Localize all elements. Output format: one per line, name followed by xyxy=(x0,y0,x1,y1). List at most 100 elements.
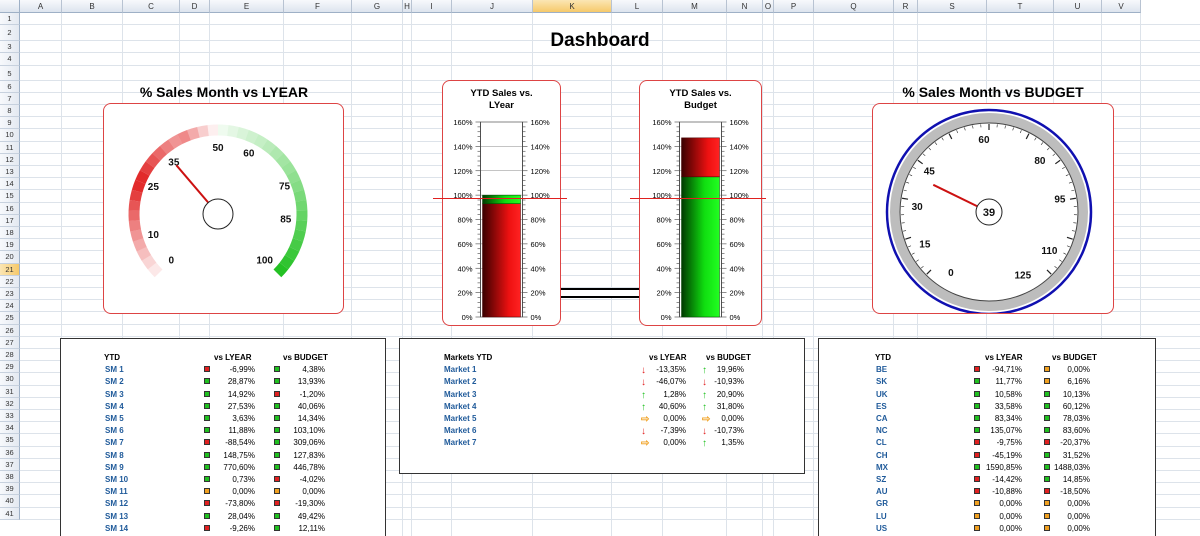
row-header[interactable]: 10 xyxy=(0,129,20,142)
row-header[interactable]: 22 xyxy=(0,275,20,288)
row-label-link[interactable]: LU xyxy=(876,512,887,521)
row-header[interactable]: 27 xyxy=(0,336,20,349)
row-header[interactable]: 17 xyxy=(0,214,20,227)
row-label-link[interactable]: NC xyxy=(876,426,888,435)
row-header[interactable]: 39 xyxy=(0,483,20,496)
row-label-link[interactable]: UK xyxy=(876,390,888,399)
row-header[interactable]: 40 xyxy=(0,495,20,508)
column-header[interactable]: G xyxy=(352,0,403,13)
row-label-link[interactable]: MX xyxy=(876,463,888,472)
row-header[interactable]: 2 xyxy=(0,25,20,42)
row-header[interactable]: 34 xyxy=(0,422,20,435)
row-header[interactable]: 16 xyxy=(0,202,20,215)
row-header[interactable]: 18 xyxy=(0,227,20,240)
row-label-link[interactable]: SZ xyxy=(876,475,886,484)
row-header[interactable]: 29 xyxy=(0,361,20,374)
row-label-link[interactable]: BE xyxy=(876,365,887,374)
row-header[interactable]: 38 xyxy=(0,471,20,484)
column-header[interactable]: R xyxy=(894,0,918,13)
row-header[interactable]: 4 xyxy=(0,53,20,66)
select-all-corner[interactable] xyxy=(0,0,20,13)
row-label-link[interactable]: SK xyxy=(876,377,887,386)
row-label-link[interactable]: SM 2 xyxy=(105,377,124,386)
row-header[interactable]: 26 xyxy=(0,324,20,337)
row-label-link[interactable]: CH xyxy=(876,451,888,460)
row-label-link[interactable]: SM 10 xyxy=(105,475,128,484)
column-header[interactable]: C xyxy=(123,0,180,13)
row-label-link[interactable]: Market 4 xyxy=(444,402,476,411)
row-header[interactable]: 15 xyxy=(0,190,20,203)
column-header[interactable]: N xyxy=(727,0,763,13)
row-header[interactable]: 23 xyxy=(0,288,20,301)
column-header[interactable]: J xyxy=(452,0,533,13)
row-label-link[interactable]: SM 14 xyxy=(105,524,128,533)
row-header[interactable]: 37 xyxy=(0,458,20,471)
row-label-link[interactable]: SM 7 xyxy=(105,438,124,447)
column-header[interactable]: A xyxy=(20,0,62,13)
column-header[interactable]: B xyxy=(62,0,123,13)
row-header[interactable]: 20 xyxy=(0,251,20,264)
row-label-link[interactable]: CL xyxy=(876,438,887,447)
column-header[interactable]: P xyxy=(774,0,814,13)
column-header[interactable]: K xyxy=(533,0,612,13)
column-header[interactable]: M xyxy=(663,0,727,13)
row-label-link[interactable]: Market 3 xyxy=(444,390,476,399)
row-label-link[interactable]: Market 1 xyxy=(444,365,476,374)
connector-shape[interactable] xyxy=(561,288,639,298)
row-header[interactable]: 13 xyxy=(0,166,20,179)
column-header[interactable]: I xyxy=(412,0,452,13)
row-header[interactable]: 19 xyxy=(0,239,20,252)
row-label-link[interactable]: SM 8 xyxy=(105,451,124,460)
row-header[interactable]: 41 xyxy=(0,507,20,520)
row-header[interactable]: 33 xyxy=(0,410,20,423)
row-header[interactable]: 31 xyxy=(0,385,20,398)
row-header[interactable]: 7 xyxy=(0,92,20,105)
row-header[interactable]: 12 xyxy=(0,153,20,166)
row-header[interactable]: 25 xyxy=(0,312,20,325)
row-label-link[interactable]: Market 5 xyxy=(444,414,476,423)
row-label-link[interactable]: Market 7 xyxy=(444,438,476,447)
row-label-link[interactable]: SM 6 xyxy=(105,426,124,435)
column-header[interactable]: Q xyxy=(814,0,894,13)
column-header[interactable]: L xyxy=(612,0,663,13)
row-header[interactable]: 32 xyxy=(0,397,20,410)
row-header[interactable]: 8 xyxy=(0,105,20,118)
column-header[interactable]: F xyxy=(284,0,352,13)
column-header[interactable]: E xyxy=(210,0,284,13)
column-header[interactable]: D xyxy=(180,0,210,13)
row-label-link[interactable]: AU xyxy=(876,487,888,496)
row-header[interactable]: 35 xyxy=(0,434,20,447)
column-header[interactable]: H xyxy=(403,0,412,13)
row-header[interactable]: 36 xyxy=(0,446,20,459)
row-header[interactable]: 6 xyxy=(0,80,20,93)
row-label-link[interactable]: SM 1 xyxy=(105,365,124,374)
row-header[interactable]: 28 xyxy=(0,349,20,362)
row-header[interactable]: 5 xyxy=(0,65,20,81)
column-header[interactable]: U xyxy=(1054,0,1102,13)
row-label-link[interactable]: SM 13 xyxy=(105,512,128,521)
row-header[interactable]: 21 xyxy=(0,263,20,276)
row-label-link[interactable]: SM 4 xyxy=(105,402,124,411)
row-label-link[interactable]: US xyxy=(876,524,887,533)
column-header[interactable]: T xyxy=(987,0,1054,13)
row-header[interactable]: 30 xyxy=(0,373,20,386)
row-header[interactable]: 11 xyxy=(0,141,20,154)
row-label-link[interactable]: Market 6 xyxy=(444,426,476,435)
row-label-link[interactable]: ES xyxy=(876,402,887,411)
row-header[interactable]: 24 xyxy=(0,300,20,313)
row-label-link[interactable]: GR xyxy=(876,499,888,508)
row-label-link[interactable]: SM 12 xyxy=(105,499,128,508)
row-label-link[interactable]: SM 3 xyxy=(105,390,124,399)
column-header[interactable]: O xyxy=(763,0,774,13)
column-header[interactable]: S xyxy=(918,0,987,13)
row-label-link[interactable]: SM 5 xyxy=(105,414,124,423)
row-label-link[interactable]: CA xyxy=(876,414,888,423)
row-header[interactable]: 3 xyxy=(0,41,20,54)
column-header[interactable]: V xyxy=(1102,0,1141,13)
row-header[interactable]: 9 xyxy=(0,117,20,130)
row-label-link[interactable]: SM 9 xyxy=(105,463,124,472)
row-header[interactable]: 1 xyxy=(0,13,20,26)
row-header[interactable]: 14 xyxy=(0,178,20,191)
row-label-link[interactable]: SM 11 xyxy=(105,487,128,496)
row-label-link[interactable]: Market 2 xyxy=(444,377,476,386)
